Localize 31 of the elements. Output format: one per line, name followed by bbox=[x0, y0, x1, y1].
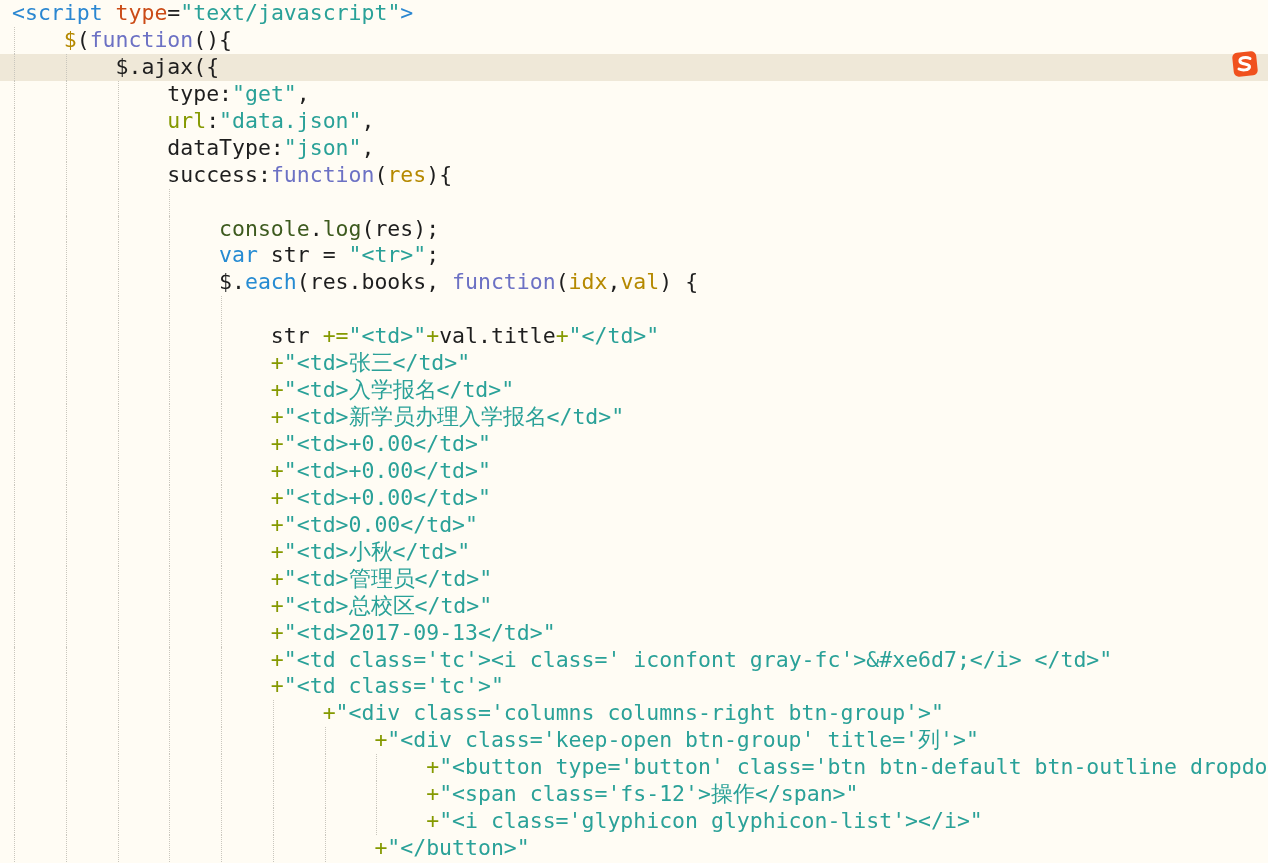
code-line: +"<div class='columns columns-right btn-group'>" bbox=[322, 700, 944, 726]
code-line: +"<td>+0.00</td>" bbox=[270, 431, 491, 456]
code-line: url:"data.json", bbox=[167, 107, 375, 133]
code-line: var str = "<tr>"; bbox=[219, 242, 440, 268]
code-line: +"<button type='button' class='btn btn-default btn-outline dropdo bbox=[426, 754, 1268, 780]
code-line: <script type="text/javascript"> bbox=[12, 0, 414, 25]
code-line: +"<td>总校区</td>" bbox=[270, 592, 493, 618]
code-line: +"<td>0.00</td>" bbox=[270, 511, 478, 537]
code-line: +"<td>+0.00</td>" bbox=[270, 484, 491, 510]
code-line: +"<i class='glyphicon glyphicon-list'></i>" bbox=[426, 808, 983, 834]
code-line: +"<span class='fs-12'>操作</span>" bbox=[426, 781, 859, 807]
code-line: +"<td>+0.00</td>" bbox=[270, 457, 491, 483]
code-line: +"<td class='tc'>" bbox=[270, 673, 504, 699]
code-line: +"<td>入学报名</td>" bbox=[270, 377, 515, 403]
code-line: str +="<td>"+val.title+"</td>" bbox=[270, 323, 660, 349]
code-line: success:function(res){ bbox=[167, 161, 453, 187]
code-line: type:"get", bbox=[167, 80, 310, 106]
code-line: +"</button>" bbox=[374, 835, 530, 861]
code-line: console.log(res); bbox=[219, 215, 440, 241]
code-line: $.each(res.books, function(idx,val) { bbox=[219, 269, 699, 295]
code-line: dataType:"json", bbox=[167, 134, 375, 160]
ime-logo-icon[interactable] bbox=[1232, 51, 1258, 77]
code-line: $(function(){ bbox=[63, 26, 233, 52]
code-line: +"<td>2017-09-13</td>" bbox=[270, 619, 556, 645]
code-line: $.ajax({ bbox=[115, 53, 220, 79]
code-line: +"<td>张三</td>" bbox=[270, 350, 471, 376]
code-line: +"<td>管理员</td>" bbox=[270, 565, 493, 591]
code-line: +"<div class='keep-open btn-group' title='列'>" bbox=[374, 727, 979, 753]
code-line: +"<td>新学员办理入学报名</td>" bbox=[270, 404, 625, 430]
code-line: +"<td class='tc'><i class=' iconfont gray-fc'>&#xe6d7;</i> </td>" bbox=[270, 646, 1113, 672]
code-line: +"<td>小秋</td>" bbox=[270, 538, 471, 564]
